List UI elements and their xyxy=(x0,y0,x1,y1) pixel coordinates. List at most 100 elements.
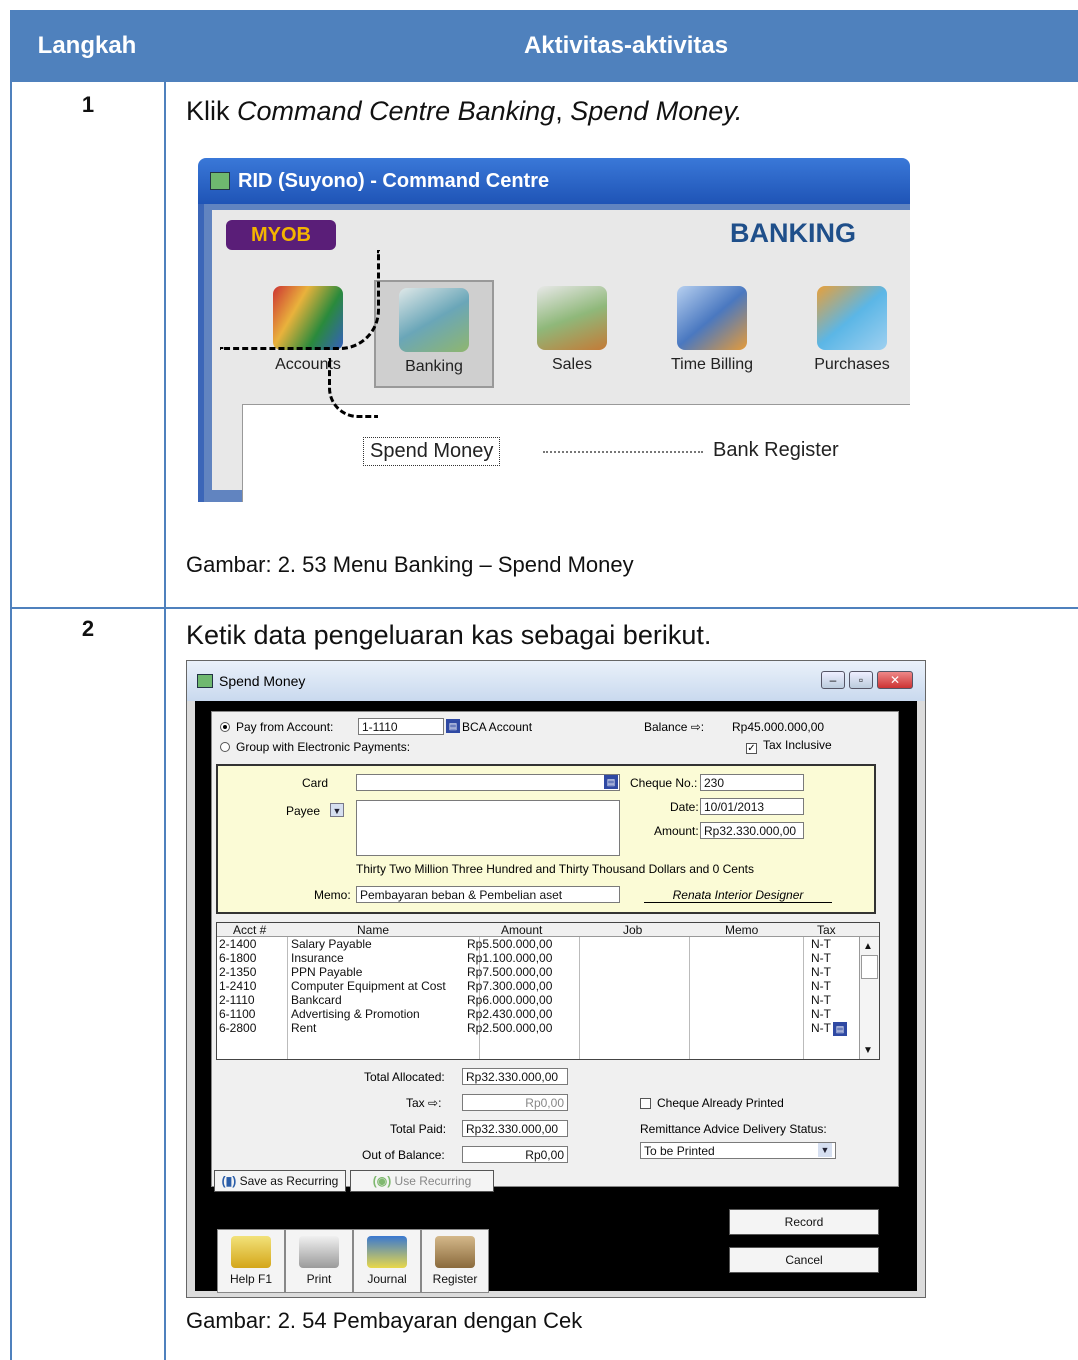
close-button[interactable]: ✕ xyxy=(877,671,913,689)
total-allocated-field: Rp32.330.000,00 xyxy=(462,1068,568,1085)
remittance-label: Remittance Advice Delivery Status: xyxy=(640,1122,827,1136)
purchases-icon xyxy=(817,286,887,350)
app-icon xyxy=(197,674,213,688)
dashed-arrow-to-banking xyxy=(220,250,380,350)
account-list-icon[interactable]: ▤ xyxy=(446,719,460,733)
company-name: Renata Interior Designer xyxy=(644,888,832,903)
step2-instruction: Ketik data pengeluaran kas sebagai berik… xyxy=(186,620,712,650)
banking-panel: Spend Money Bank Register xyxy=(242,404,910,502)
remittance-dropdown-icon[interactable]: ▼ xyxy=(818,1143,832,1157)
table-border-left xyxy=(10,82,12,1360)
scroll-up-icon[interactable]: ▲ xyxy=(863,941,873,952)
figure-caption-1: Gambar: 2. 53 Menu Banking – Spend Money xyxy=(186,552,634,577)
record-button[interactable]: Record xyxy=(729,1209,879,1235)
maximize-button[interactable]: ▫ xyxy=(849,671,873,689)
out-of-balance-field: Rp0,00 xyxy=(462,1146,568,1163)
spend-money-window: Spend Money – ▫ ✕ Pay from Account: 1-11… xyxy=(186,660,926,1298)
connector-dots xyxy=(543,451,703,453)
total-paid-field: Rp32.330.000,00 xyxy=(462,1120,568,1137)
table-scrollbar[interactable]: ▲ ▼ xyxy=(859,937,879,1059)
help-tool-button[interactable]: Help F1 xyxy=(217,1229,285,1293)
column-header-langkah: Langkah xyxy=(37,32,137,59)
title-bar: RID (Suyono) - Command Centre xyxy=(198,158,910,204)
table-row[interactable]: 6-2800 Rent Rp2.500.000,00 N-T xyxy=(217,1021,859,1035)
journal-tool-button[interactable]: Journal xyxy=(353,1229,421,1293)
table-row[interactable]: 6-1800 Insurance Rp1.100.000,00 N-T xyxy=(217,951,859,965)
tax-inclusive-checkbox[interactable]: ✓ Tax Inclusive xyxy=(746,738,832,754)
print-tool-button[interactable]: Print xyxy=(285,1229,353,1293)
card-label: Card xyxy=(302,776,329,790)
spend-money-link[interactable]: Spend Money xyxy=(363,437,501,466)
balance-label: Balance ⇨: xyxy=(644,720,705,734)
amount-in-words: Thirty Two Million Three Hundred and Thi… xyxy=(356,862,754,876)
module-time-billing[interactable]: Time Billing xyxy=(652,280,772,388)
payee-field[interactable] xyxy=(356,800,620,856)
date-label: Date: xyxy=(670,800,699,814)
print-icon xyxy=(299,1236,339,1268)
memo-field[interactable]: Pembayaran beban & Pembelian aset xyxy=(356,886,620,903)
journal-icon xyxy=(367,1236,407,1268)
recurring-icon: (▮) xyxy=(221,1174,237,1188)
banking-icon xyxy=(399,288,469,352)
total-paid-label: Total Paid: xyxy=(390,1122,447,1136)
total-allocated-label: Total Allocated: xyxy=(364,1070,445,1084)
card-list-icon[interactable]: ▤ xyxy=(604,775,618,789)
step1-instruction: Klik Command Centre Banking, Spend Money… xyxy=(186,96,743,126)
table-divider-vertical xyxy=(164,82,166,1360)
table-row[interactable]: 2-1400 Salary Payable Rp5.500.000,00 N-T xyxy=(217,937,859,951)
group-electronic-radio[interactable]: Group with Electronic Payments: xyxy=(220,740,410,754)
date-field[interactable]: 10/01/2013 xyxy=(700,798,804,815)
col-job: Job xyxy=(623,923,643,937)
app-icon xyxy=(210,172,230,190)
cheque-no-label: Cheque No.: xyxy=(630,776,698,790)
table-row[interactable]: 6-1100 Advertising & Promotion Rp2.430.000… xyxy=(217,1007,859,1021)
remittance-select[interactable]: To be Printed xyxy=(640,1142,836,1159)
col-memo: Memo xyxy=(725,923,759,937)
pay-from-radio[interactable]: Pay from Account: xyxy=(220,720,333,734)
use-recurring-button[interactable]: (◉) Use Recurring xyxy=(350,1170,494,1192)
payee-label: Payee xyxy=(286,804,321,818)
register-icon xyxy=(435,1236,475,1268)
register-tool-button[interactable]: Register xyxy=(421,1229,489,1293)
tax-label: Tax ⇨: xyxy=(406,1096,442,1110)
tax-list-icon[interactable]: ▤ xyxy=(833,1022,847,1036)
window-title: Spend Money xyxy=(219,673,306,689)
table-header-row: Acct # Name Amount Job Memo Tax xyxy=(217,923,879,937)
section-title: BANKING xyxy=(730,218,856,248)
account-no-field[interactable]: 1-1110 xyxy=(358,718,444,735)
out-of-balance-label: Out of Balance: xyxy=(362,1148,445,1162)
balance-value: Rp45.000.000,00 xyxy=(732,720,825,734)
form-pane: Pay from Account: 1-1110 ▤ BCA Account B… xyxy=(211,711,899,1192)
col-name: Name xyxy=(357,923,390,937)
cheque-no-field[interactable]: 230 xyxy=(700,774,804,791)
amount-field[interactable]: Rp32.330.000,00 xyxy=(700,822,804,839)
table-row[interactable]: 2-1110 Bankcard Rp6.000.000,00 N-T xyxy=(217,993,859,1007)
myob-logo: MYOB xyxy=(226,220,336,250)
window-frame: Pay from Account: 1-1110 ▤ BCA Account B… xyxy=(195,701,917,1293)
cheque-printed-checkbox[interactable]: Cheque Already Printed xyxy=(640,1096,784,1110)
account-name: BCA Account xyxy=(462,720,533,734)
col-acct: Acct # xyxy=(233,923,267,937)
module-purchases[interactable]: Purchases xyxy=(792,280,910,388)
command-centre-window: RID (Suyono) - Command Centre MYOB BANKI… xyxy=(198,158,910,502)
payee-dropdown-icon[interactable]: ▼ xyxy=(330,803,344,817)
column-header-aktivitas: Aktivitas-aktivitas xyxy=(523,32,729,59)
module-banking[interactable]: Banking xyxy=(374,280,494,388)
table-row[interactable]: 1-2410 Computer Equipment at Cost Rp7.300.… xyxy=(217,979,859,993)
col-amount: Amount xyxy=(501,923,543,937)
scroll-thumb[interactable] xyxy=(861,955,878,979)
memo-label: Memo: xyxy=(314,888,351,902)
step-number-1: 1 xyxy=(81,92,95,117)
cheque-panel: Card ▤ Payee ▼ Cheque No.: 230 Date: 10/… xyxy=(216,764,876,914)
card-field[interactable] xyxy=(356,774,620,791)
minimize-button[interactable]: – xyxy=(821,671,845,689)
title-bar: Spend Money xyxy=(187,661,925,701)
scroll-down-icon[interactable]: ▼ xyxy=(863,1045,873,1056)
cancel-button[interactable]: Cancel xyxy=(729,1247,879,1273)
window-title: RID (Suyono) - Command Centre xyxy=(238,169,550,192)
module-sales[interactable]: Sales xyxy=(512,280,632,388)
table-row[interactable]: 2-1350 PPN Payable Rp7.500.000,00 N-T xyxy=(217,965,859,979)
bank-register-link[interactable]: Bank Register xyxy=(713,439,839,462)
figure-caption-2: Gambar: 2. 54 Pembayaran dengan Cek xyxy=(186,1308,583,1333)
save-recurring-button[interactable]: (▮) Save as Recurring xyxy=(214,1170,346,1192)
